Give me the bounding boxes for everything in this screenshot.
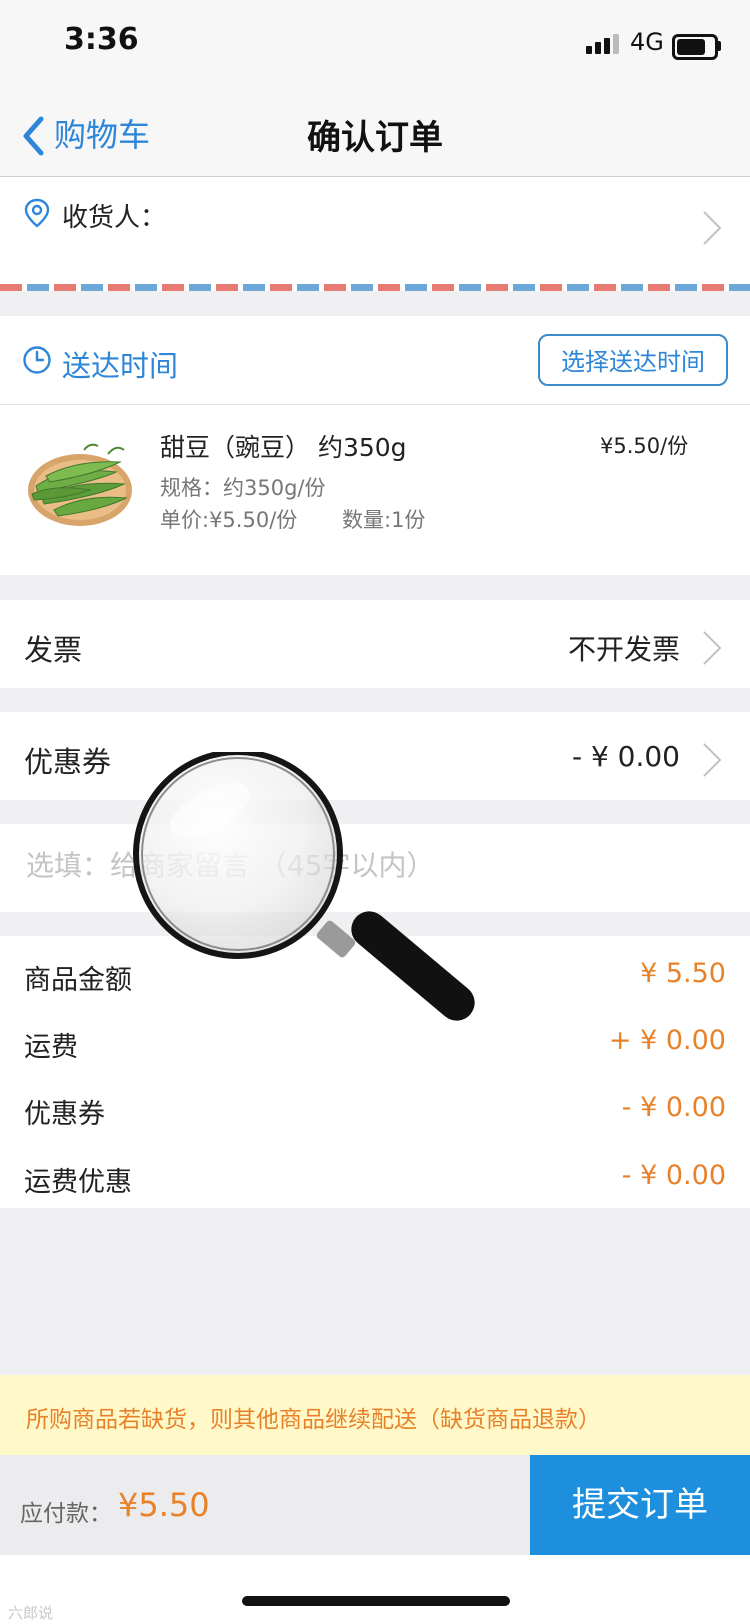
merchant-message-input[interactable] — [24, 848, 718, 883]
chevron-right-icon — [702, 742, 722, 782]
product-price: ¥5.50/份 — [600, 434, 689, 458]
recipient-label: 收货人： — [62, 203, 167, 233]
summary-value: + ¥ 0.00 — [608, 1025, 726, 1056]
network-type: 4G — [630, 28, 664, 56]
signal-icon — [586, 34, 622, 54]
location-pin-icon — [24, 198, 50, 232]
choose-delivery-time-button[interactable]: 选择送达时间 — [538, 334, 728, 386]
summary-value: - ¥ 0.00 — [621, 1092, 726, 1123]
clock-icon — [22, 345, 52, 379]
invoice-label: 发票 — [24, 633, 83, 667]
battery-tip — [717, 41, 721, 51]
submit-order-button[interactable]: 提交订单 — [530, 1455, 750, 1555]
back-chevron-icon[interactable] — [22, 116, 44, 160]
watermark-logo: 六郎说 — [8, 1604, 54, 1622]
product-spec: 规格：约350g/份 — [160, 476, 326, 500]
summary-value: ¥ 5.50 — [640, 958, 726, 989]
payable-label: 应付款： — [20, 1501, 112, 1527]
coupon-value: - ¥ 0.00 — [571, 740, 680, 773]
product-name: 甜豆（豌豆） 约350g — [160, 433, 407, 462]
back-button[interactable]: 购物车 — [54, 110, 150, 156]
chevron-right-icon — [702, 630, 722, 670]
delivery-time-label: 送达时间 — [62, 349, 179, 383]
payable-amount: ¥5.50 — [118, 1486, 210, 1524]
status-time: 3:36 — [64, 22, 139, 57]
stockout-notice-text: 所购商品若缺货，则其他商品继续配送（缺货商品退款） — [26, 1407, 601, 1433]
product-quantity: 数量:1份 — [342, 508, 426, 532]
summary-label: 运费 — [24, 1032, 78, 1063]
airmail-border — [0, 284, 750, 291]
product-unit-price: 单价:¥5.50/份 — [160, 508, 298, 532]
chevron-right-icon — [702, 210, 722, 250]
summary-value: - ¥ 0.00 — [621, 1160, 726, 1191]
product-image — [24, 432, 136, 532]
summary-label: 运费优惠 — [24, 1167, 132, 1198]
invoice-value: 不开发票 — [567, 633, 680, 666]
coupon-label: 优惠券 — [24, 745, 112, 779]
home-indicator[interactable] — [242, 1596, 510, 1606]
summary-label: 优惠券 — [24, 1099, 105, 1130]
battery-icon — [672, 34, 718, 60]
summary-label: 商品金额 — [24, 965, 132, 996]
home-area — [0, 1555, 750, 1624]
